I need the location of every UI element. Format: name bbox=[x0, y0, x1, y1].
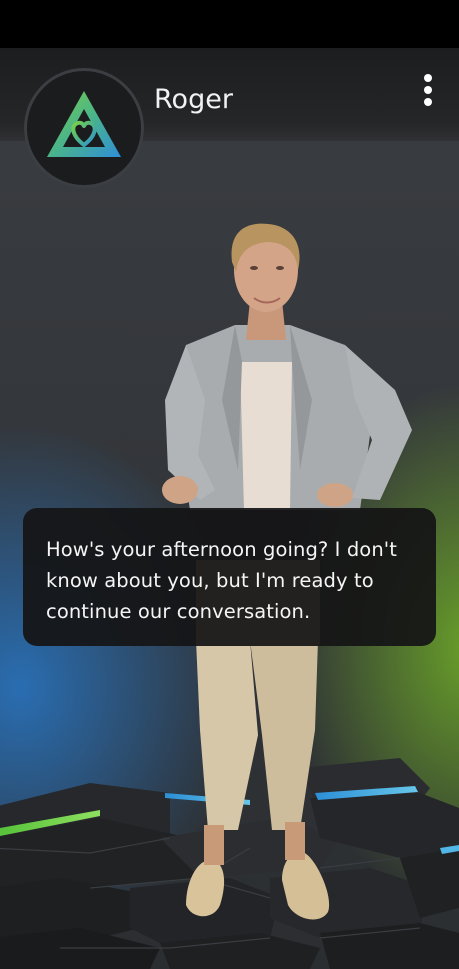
message-text: How's your afternoon going? I don't know… bbox=[46, 538, 398, 623]
message-bubble: How's your afternoon going? I don't know… bbox=[23, 508, 436, 646]
status-bar bbox=[0, 0, 459, 48]
